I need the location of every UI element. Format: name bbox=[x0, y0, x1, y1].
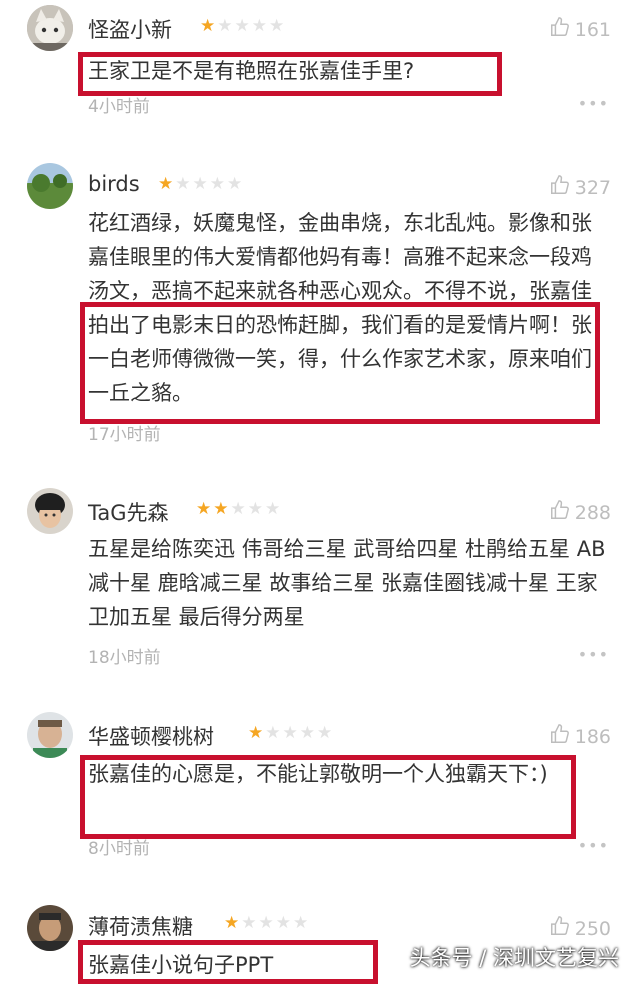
more-dots-icon[interactable]: ••• bbox=[578, 836, 609, 855]
star-icon: ★ bbox=[213, 499, 231, 519]
more-dots-icon[interactable]: ••• bbox=[578, 94, 609, 113]
star-icon: ★ bbox=[217, 16, 235, 36]
star-icon: ★ bbox=[269, 16, 287, 36]
username[interactable]: 华盛顿樱桃树 bbox=[88, 721, 214, 751]
star-rating: ★★★★★ bbox=[158, 174, 244, 194]
like-count: 161 bbox=[574, 18, 611, 41]
star-rating: ★★★★★ bbox=[248, 723, 334, 743]
star-rating: ★★★★★ bbox=[196, 499, 282, 519]
thumbs-up-icon bbox=[549, 915, 571, 942]
star-icon: ★ bbox=[275, 913, 293, 933]
star-icon: ★ bbox=[299, 723, 317, 743]
star-icon: ★ bbox=[247, 499, 265, 519]
star-icon: ★ bbox=[230, 499, 248, 519]
comment-text: 花红酒绿，妖魔鬼怪，金曲串烧，东北乱炖。影像和张嘉佳眼里的伟大爱情都他妈有毒！高… bbox=[88, 211, 592, 405]
like-button[interactable]: 250 bbox=[549, 915, 611, 942]
username[interactable]: TaG先森 bbox=[88, 497, 169, 527]
star-rating: ★★★★★ bbox=[224, 913, 310, 933]
star-icon: ★ bbox=[282, 723, 300, 743]
thumbs-up-icon bbox=[549, 723, 571, 750]
star-icon: ★ bbox=[234, 16, 252, 36]
comment-text: 王家卫是不是有艳照在张嘉佳手里? bbox=[88, 59, 415, 83]
timestamp: 4小时前 bbox=[88, 97, 150, 117]
like-button[interactable]: 186 bbox=[549, 723, 611, 750]
more-dots-icon[interactable]: ••• bbox=[578, 645, 609, 664]
star-icon: ★ bbox=[158, 174, 176, 194]
thumbs-up-icon bbox=[549, 499, 571, 526]
comment-text: 五星是给陈奕迅 伟哥给三星 武哥给四星 杜鹃给五星 AB减十星 鹿晗减三星 故事… bbox=[88, 537, 606, 629]
star-icon: ★ bbox=[293, 913, 311, 933]
star-icon: ★ bbox=[192, 174, 210, 194]
thumbs-up-icon bbox=[549, 16, 571, 43]
like-count: 288 bbox=[574, 501, 611, 524]
watermark: 头条号 / 深圳文艺复兴 bbox=[409, 946, 619, 970]
avatar[interactable] bbox=[27, 5, 73, 51]
thumbs-up-icon bbox=[549, 174, 571, 201]
star-icon: ★ bbox=[175, 174, 193, 194]
star-icon: ★ bbox=[241, 913, 259, 933]
star-icon: ★ bbox=[196, 499, 214, 519]
avatar[interactable] bbox=[27, 488, 73, 534]
like-button[interactable]: 161 bbox=[549, 16, 611, 43]
star-icon: ★ bbox=[317, 723, 335, 743]
star-icon: ★ bbox=[248, 723, 266, 743]
timestamp: 8小时前 bbox=[88, 839, 150, 859]
avatar[interactable] bbox=[27, 905, 73, 951]
timestamp: 18小时前 bbox=[88, 648, 161, 668]
username[interactable]: 怪盗小新 bbox=[88, 14, 172, 44]
avatar[interactable] bbox=[27, 163, 73, 209]
star-icon: ★ bbox=[251, 16, 269, 36]
like-count: 327 bbox=[574, 176, 611, 199]
star-icon: ★ bbox=[265, 723, 283, 743]
star-icon: ★ bbox=[258, 913, 276, 933]
like-count: 250 bbox=[574, 917, 611, 940]
star-icon: ★ bbox=[227, 174, 245, 194]
like-button[interactable]: 327 bbox=[549, 174, 611, 201]
avatar[interactable] bbox=[27, 712, 73, 758]
star-icon: ★ bbox=[265, 499, 283, 519]
comment-text: 张嘉佳的心愿是，不能让郭敬明一个人独霸天下：) bbox=[88, 762, 548, 786]
timestamp: 17小时前 bbox=[88, 425, 161, 445]
username[interactable]: birds bbox=[88, 172, 140, 196]
like-count: 186 bbox=[574, 725, 611, 748]
star-icon: ★ bbox=[200, 16, 218, 36]
username[interactable]: 薄荷渍焦糖 bbox=[88, 911, 193, 941]
star-rating: ★★★★★ bbox=[200, 16, 286, 36]
star-icon: ★ bbox=[224, 913, 242, 933]
star-icon: ★ bbox=[209, 174, 227, 194]
like-button[interactable]: 288 bbox=[549, 499, 611, 526]
